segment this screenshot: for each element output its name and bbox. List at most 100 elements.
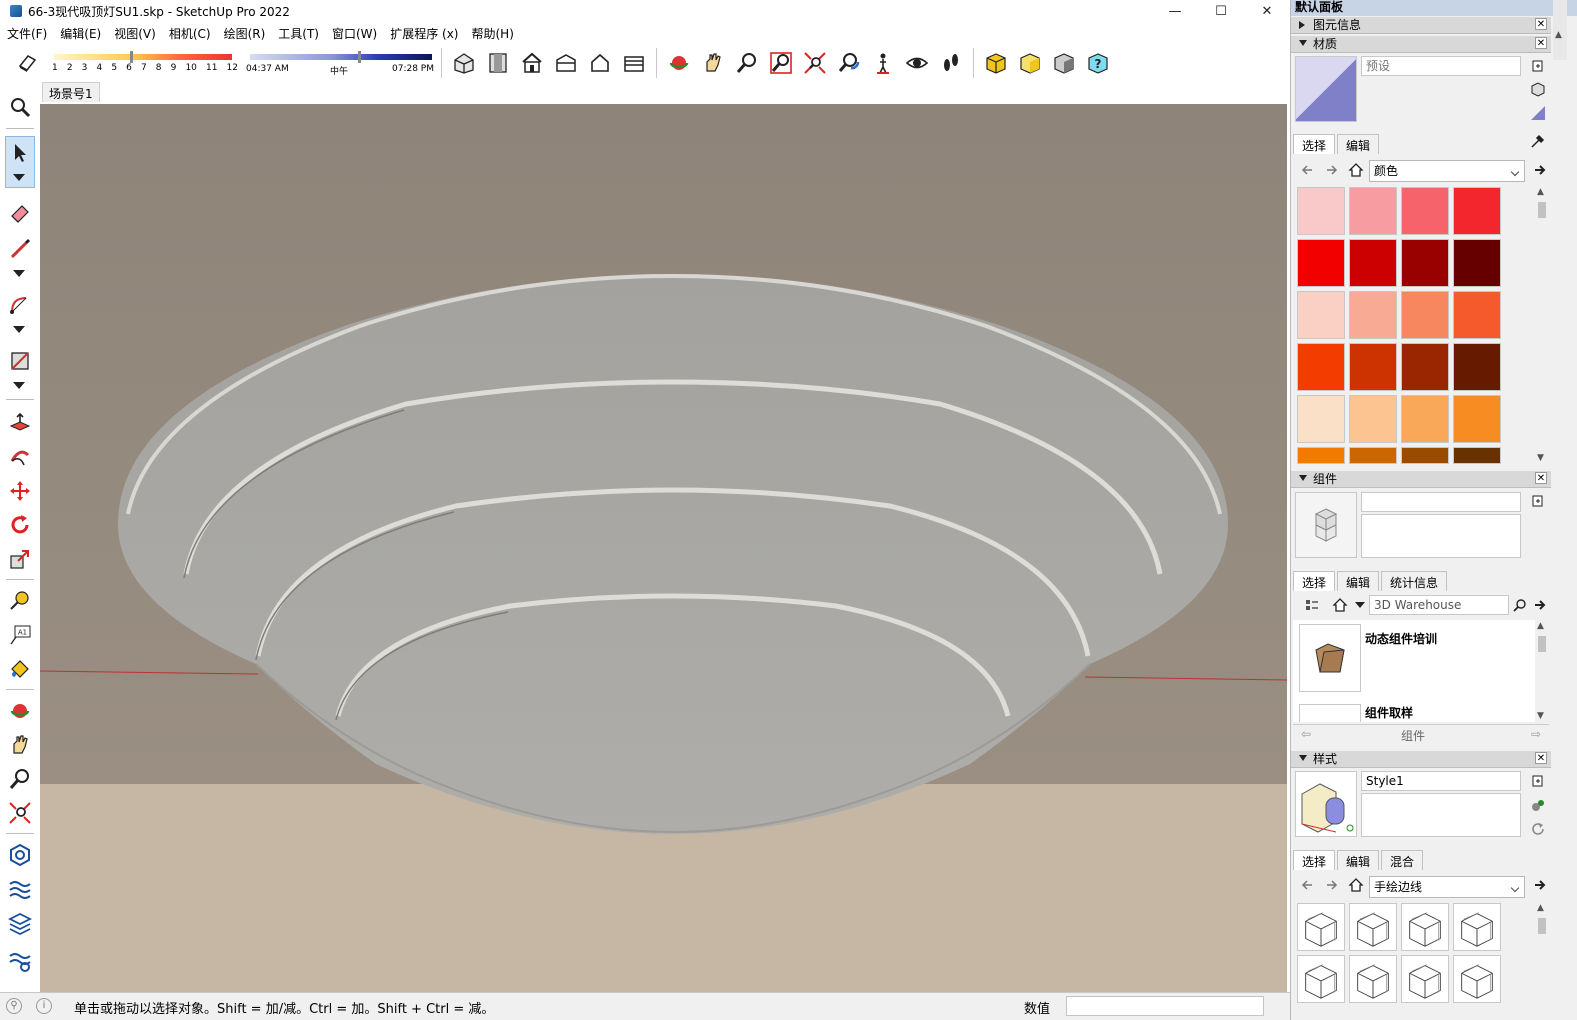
material-swatch[interactable] <box>1297 395 1345 443</box>
scene-tab-1[interactable]: 场景号1 <box>42 82 100 102</box>
paint-bucket-tool-icon[interactable] <box>5 654 35 684</box>
shadow-time-slider[interactable]: 04:37 AM 中午 07:28 PM <box>246 48 436 78</box>
close-panel-icon[interactable]: ✕ <box>1535 472 1547 484</box>
shape-dropdown-caret[interactable] <box>13 382 25 389</box>
left-view-icon[interactable] <box>619 48 649 78</box>
zoom-tool-icon[interactable] <box>5 92 35 122</box>
position-camera-icon[interactable] <box>868 48 898 78</box>
eraser-tool-icon[interactable] <box>5 198 35 228</box>
material-swatch[interactable] <box>1297 291 1345 339</box>
styles-scrollbar[interactable]: ▲ <box>1535 902 1549 1020</box>
line-dropdown-caret[interactable] <box>13 270 25 277</box>
orbit-tool-icon[interactable] <box>5 696 35 726</box>
material-swatch[interactable] <box>1453 239 1501 287</box>
close-panel-icon[interactable]: ✕ <box>1535 752 1547 764</box>
close-panel-icon[interactable]: ✕ <box>1535 18 1547 30</box>
material-library-select[interactable]: 颜色 <box>1369 160 1525 182</box>
home-icon[interactable] <box>1331 596 1349 614</box>
close-button[interactable]: ✕ <box>1244 0 1290 22</box>
entity-info-header[interactable]: 图元信息 ✕ <box>1291 17 1551 34</box>
look-around-icon[interactable] <box>902 48 932 78</box>
component-item-title[interactable]: 组件取样 <box>1365 704 1413 721</box>
iso-view-icon[interactable] <box>449 48 479 78</box>
forward-arrow-icon[interactable] <box>1323 876 1341 894</box>
front-view-icon[interactable] <box>517 48 547 78</box>
right-view-icon[interactable] <box>551 48 581 78</box>
close-panel-icon[interactable]: ✕ <box>1535 37 1547 49</box>
measurements-input[interactable] <box>1066 996 1264 1016</box>
details-arrow-icon[interactable] <box>1531 596 1549 614</box>
material-swatch[interactable] <box>1401 291 1449 339</box>
text-tool-icon[interactable]: A1 <box>5 620 35 650</box>
warehouse-tool-icon[interactable] <box>5 840 35 870</box>
menu-draw[interactable]: 绘图(R) <box>224 25 266 42</box>
material-swatch[interactable] <box>1453 343 1501 391</box>
shadow-date-slider[interactable]: 1 2 3 4 5 6 7 8 9 10 11 12 <box>50 48 240 78</box>
update-style-icon[interactable] <box>1529 796 1547 814</box>
layout-icon[interactable] <box>1049 48 1079 78</box>
tab-mix[interactable]: 混合 <box>1381 850 1424 870</box>
line-tool-icon[interactable] <box>5 234 35 264</box>
orbit-icon[interactable] <box>664 48 694 78</box>
create-material-icon[interactable] <box>1529 57 1547 75</box>
style-thumbnail[interactable] <box>1349 903 1397 951</box>
home-icon[interactable] <box>1347 876 1365 894</box>
component-thumb[interactable] <box>1299 704 1361 722</box>
material-swatch[interactable] <box>1401 343 1449 391</box>
tray-scrollbar[interactable]: ▲ <box>1553 0 1567 60</box>
material-name-field[interactable]: 预设 <box>1361 56 1521 76</box>
back-arrow-icon[interactable] <box>1299 876 1317 894</box>
dropdown-arrow-icon[interactable] <box>1351 596 1369 614</box>
help-icon[interactable]: ? <box>1083 48 1113 78</box>
component-item-title[interactable]: 动态组件培训 <box>1365 630 1437 647</box>
material-swatch[interactable] <box>1349 187 1397 235</box>
styles-header[interactable]: 样式 ✕ <box>1291 751 1551 768</box>
style-description-field[interactable] <box>1361 793 1521 837</box>
materials-scrollbar[interactable]: ▲ ▼ <box>1535 186 1549 464</box>
menu-edit[interactable]: 编辑(E) <box>60 25 101 42</box>
scale-tool-icon[interactable] <box>5 544 35 574</box>
layers-tool-icon[interactable] <box>5 908 35 938</box>
style-thumbnail[interactable] <box>1297 955 1345 1003</box>
push-pull-tool-icon[interactable] <box>5 408 35 438</box>
zoom-tool-icon[interactable] <box>5 764 35 794</box>
material-swatch[interactable] <box>1297 239 1345 287</box>
material-swatch[interactable] <box>1453 291 1501 339</box>
style-thumbnail[interactable] <box>1297 903 1345 951</box>
tab-edit[interactable]: 编辑 <box>1337 134 1380 154</box>
materials-header[interactable]: 材质 ✕ <box>1291 36 1551 53</box>
material-swatch[interactable] <box>1349 447 1397 464</box>
zoom-icon[interactable] <box>732 48 762 78</box>
tab-edit[interactable]: 编辑 <box>1337 850 1380 870</box>
style-thumbnail[interactable] <box>1349 955 1397 1003</box>
menu-extensions[interactable]: 扩展程序 (x) <box>390 25 458 42</box>
material-swatch[interactable] <box>1297 187 1345 235</box>
material-swatch[interactable] <box>1453 447 1501 464</box>
tab-select[interactable]: 选择 <box>1293 571 1336 591</box>
style-thumbnail[interactable] <box>1453 955 1501 1003</box>
material-swatch[interactable] <box>1401 187 1449 235</box>
menu-window[interactable]: 窗口(W) <box>332 25 377 42</box>
minimize-button[interactable]: — <box>1152 0 1198 22</box>
drawing-viewport[interactable] <box>40 104 1287 992</box>
material-swatch[interactable] <box>1349 291 1397 339</box>
component-description-field[interactable] <box>1361 514 1521 558</box>
menu-help[interactable]: 帮助(H) <box>471 25 513 42</box>
material-swatch[interactable] <box>1349 395 1397 443</box>
walk-icon[interactable] <box>936 48 966 78</box>
details-arrow-icon[interactable] <box>1531 876 1549 894</box>
maximize-button[interactable]: ☐ <box>1198 0 1244 22</box>
pan-tool-icon[interactable] <box>5 730 35 760</box>
arc-tool-icon[interactable] <box>5 290 35 320</box>
extension-settings-tool-icon[interactable] <box>5 946 35 976</box>
component-details-icon[interactable] <box>1529 492 1547 510</box>
view-options-icon[interactable] <box>1301 596 1325 614</box>
components-scrollbar[interactable]: ▲ ▼ <box>1535 620 1549 722</box>
pan-icon[interactable] <box>698 48 728 78</box>
components-header[interactable]: 组件 ✕ <box>1291 471 1551 488</box>
search-icon[interactable] <box>1511 596 1529 614</box>
home-icon[interactable] <box>1347 161 1365 179</box>
forward-arrow-icon[interactable] <box>1323 161 1341 179</box>
warehouse-search-input[interactable]: 3D Warehouse <box>1369 595 1509 615</box>
material-swatch[interactable] <box>1453 187 1501 235</box>
